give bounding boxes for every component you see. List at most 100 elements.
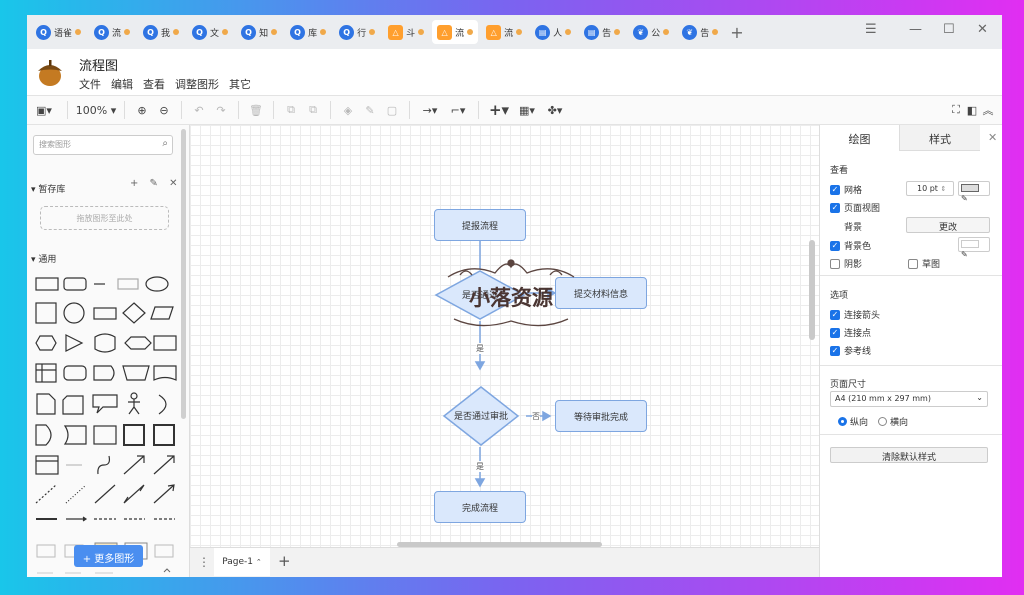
grid-size-input[interactable]: 10 pt ⇕ [906,181,954,196]
browser-tab[interactable]: ▤ 人 [530,20,576,44]
browser-tab[interactable]: Q流 [89,20,135,44]
fill-color-icon[interactable]: ◈ [337,99,359,121]
general-header[interactable]: ▾ 通用 [31,252,56,265]
menu-arrange[interactable]: 调整图形 [175,76,219,92]
browser-tab[interactable]: Q库 [285,20,331,44]
pages-menu-icon[interactable]: ⋮ [198,555,210,569]
portrait-radio[interactable]: 纵向 [838,415,868,428]
close-button[interactable]: ✕ [977,22,988,37]
connection-icon[interactable]: →▾ [416,99,444,121]
paper-size-label: 页面尺寸 [830,380,867,390]
bg-color-picker[interactable]: ✎ [958,237,990,259]
landscape-radio[interactable]: 横向 [878,415,908,428]
sidebar-scrollbar[interactable] [181,129,186,419]
menu-edit[interactable]: 编辑 [111,76,133,92]
undo-icon[interactable]: ↶ [188,99,210,121]
q-icon: Q [192,24,208,40]
menu-view[interactable]: 查看 [143,76,165,92]
search-icon[interactable]: ⌕ [162,138,168,149]
browser-tab[interactable]: ▤ 告 [579,20,625,44]
grid-color-picker[interactable]: ✎ [958,181,990,203]
shadow-checkbox[interactable]: 阴影 [830,257,862,270]
zoom-value: 100% [75,103,108,117]
shape-palette[interactable] [33,273,177,577]
node-start[interactable]: 提报流程 [434,209,526,241]
guides-checkbox[interactable]: ✓ 参考线 [830,344,871,357]
scratchpad-drop-area[interactable]: 拖放图形至此处 [40,206,169,230]
page-tab[interactable]: Page-1 ⌃ [214,548,270,576]
insert-icon[interactable]: +▾ [485,99,513,121]
panel-close-icon[interactable]: ✕ [988,131,997,144]
page-view-checkbox[interactable]: ✓ 页面视图 [830,201,880,214]
collapse-icon[interactable]: ︽ [981,99,995,121]
paper-size-select[interactable]: A4 (210 mm x 297 mm) ⌄ [830,391,988,407]
scratchpad-header[interactable]: ▾ 暂存库 [31,182,65,195]
tab-status-dot [320,29,327,35]
landscape-label: 横向 [890,418,909,428]
document-title[interactable]: 流程图 [79,55,118,74]
q-icon: Q [143,24,159,40]
tab-style[interactable]: 样式 [900,125,980,151]
connection-points-checkbox[interactable]: ✓ 连接点 [830,326,871,339]
clear-default-style-button[interactable]: 清除默认样式 [830,447,988,463]
zoom-in-icon[interactable]: ⊕ [131,99,153,121]
fullscreen-icon[interactable]: ⛶ [949,99,963,121]
maximize-button[interactable]: ☐ [943,22,955,37]
add-page-button[interactable]: + [278,552,291,570]
check-icon: ✓ [830,345,840,356]
more-shapes-button[interactable]: + 更多图形 [74,545,143,567]
bg-color-checkbox[interactable]: ✓ 背景色 [830,239,871,252]
browser-tab[interactable]: ❦ 告 [677,20,723,44]
shape-search-input[interactable]: 搜索图形 ⌕ [33,135,173,155]
browser-tab[interactable]: Q文 [187,20,233,44]
browser-tab[interactable]: △ 流 [432,20,479,44]
to-back-icon[interactable]: ⧉ [302,99,324,121]
change-background-button[interactable]: 更改 [906,217,990,233]
line-color-icon[interactable]: ✎ [359,99,381,121]
guides-label: 参考线 [844,347,872,357]
browser-tab[interactable]: Q知 [236,20,282,44]
menu-icon[interactable]: ☰ [865,22,877,37]
tab-status-dot [75,29,82,35]
tab-diagram[interactable]: 绘图 [820,125,900,151]
browser-tab[interactable]: ❦ 公 [628,20,674,44]
tab-title: 知 [259,28,269,39]
tab-title: 流 [112,28,122,39]
minimize-button[interactable]: — [909,22,922,37]
scratchpad-actions[interactable]: + ✎ ✕ [130,178,182,189]
redo-icon[interactable]: ↷ [210,99,232,121]
sketch-checkbox[interactable]: 草图 [908,257,940,270]
zoom-select[interactable]: 100% ▾ [74,99,118,121]
shape-grid-row-1 [35,276,169,292]
watermark-text: 小落资源 [469,286,553,310]
check-icon: ✓ [830,327,840,338]
node-decision-2[interactable]: 是否通过审批 [442,385,520,447]
to-front-icon[interactable]: ⧉ [280,99,302,121]
q-icon: Q [290,24,306,40]
shapes-icon[interactable]: ✤▾ [541,99,569,121]
browser-tab[interactable]: Q 语雀 [31,20,86,44]
node-wait[interactable]: 等待审批完成 [555,400,647,432]
browser-tab[interactable]: △ 流 [481,20,527,44]
connection-arrows-checkbox[interactable]: ✓ 连接箭头 [830,308,880,321]
node-end[interactable]: 完成流程 [434,491,526,523]
browser-tab[interactable]: △ 斗 [383,20,429,44]
shadow-icon[interactable]: ▢ [381,99,403,121]
tab-status-dot [124,29,131,35]
format-panel-icon[interactable]: ◧ [965,99,979,121]
menu-file[interactable]: 文件 [79,76,101,92]
panel-toggle-icon[interactable]: ▣▾ [27,99,61,121]
table-icon[interactable]: ▦▾ [513,99,541,121]
browser-tab[interactable]: Q行 [334,20,380,44]
zoom-out-icon[interactable]: ⊖ [153,99,175,121]
waypoints-icon[interactable]: ⌐▾ [444,99,472,121]
canvas-vertical-scrollbar[interactable] [809,240,815,340]
tab-title: 人 [553,28,563,39]
diagram-canvas[interactable]: 提报流程 是否通过 提交材料信息 是 是否通过审批 否 等待审批完成 是 完成流… [190,125,819,547]
browser-tab[interactable]: Q我 [138,20,184,44]
grid-checkbox[interactable]: ✓ 网格 [830,183,862,196]
delete-icon[interactable]: 🗑︎ [245,99,267,121]
menu-extras[interactable]: 其它 [229,76,251,92]
new-tab-button[interactable]: + [730,23,743,42]
app-window: Q 语雀 Q 流 Q 我 Q 文 Q 知 Q 库 Q 行 △ 斗 △ 流 △ 流 ▤ 人 ▤ 告 ❦ 公 ❦ 告 + ☰ — ☐ ✕ 流… [27,15,1002,577]
